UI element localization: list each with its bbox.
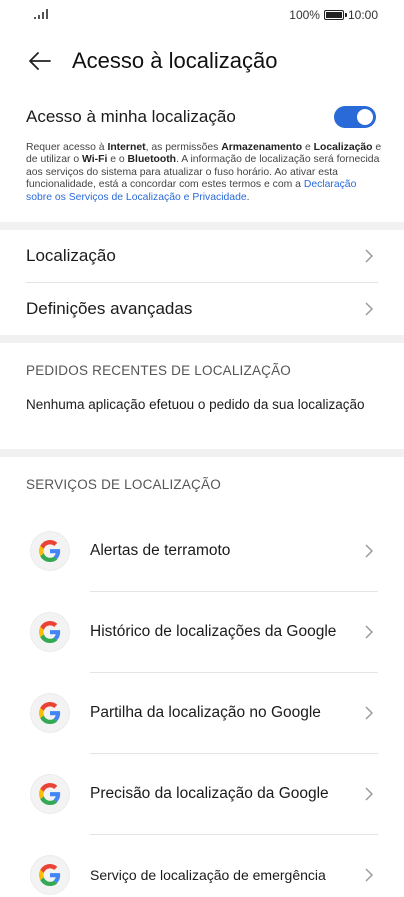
section-gap (0, 449, 404, 458)
status-right: 100% 10:00 (289, 8, 378, 22)
service-item-label: Serviço de localização de emergência (90, 867, 326, 884)
service-item-label: Partilha da localização no Google (90, 704, 321, 722)
section-gap (0, 222, 404, 231)
battery-icon (323, 10, 347, 20)
arrow-left-icon[interactable] (26, 47, 54, 75)
google-icon (30, 693, 70, 734)
desc-text: e (302, 142, 314, 153)
services-list: Alertas de terramoto Histórico de localiz… (0, 511, 404, 897)
desc-text: , as permissões (145, 142, 222, 153)
google-icon (30, 774, 70, 815)
recent-requests-heading: PEDIDOS RECENTES DE LOCALIZAÇÃO (26, 362, 292, 378)
clock: 10:00 (347, 8, 378, 22)
desc-bold: Armazenamento (221, 142, 303, 153)
desc-bold: Localização (313, 142, 373, 153)
chevron-right-icon (364, 249, 374, 263)
google-icon (30, 855, 70, 896)
google-icon (30, 612, 70, 653)
recent-requests-text: Nenhuma aplicação efetuou o pedido da su… (26, 397, 365, 413)
toggle-knob (357, 109, 373, 125)
location-services-heading: SERVIÇOS DE LOCALIZAÇÃO (26, 476, 221, 492)
service-item[interactable]: Histórico de localizações da Google (0, 592, 404, 672)
desc-text: . (246, 191, 250, 203)
location-access-label: Acesso à minha localização (26, 107, 236, 126)
location-access-toggle[interactable] (334, 106, 376, 128)
service-item-label: Histórico de localizações da Google (90, 623, 337, 641)
nav-item-advanced-settings[interactable]: Definições avançadas (0, 283, 404, 335)
service-item-label: Precisão da localização da Google (90, 785, 329, 803)
status-bar: 100% 10:00 (0, 0, 404, 30)
service-item-label: Alertas de terramoto (90, 542, 231, 560)
service-item[interactable]: Serviço de localização de emergência (0, 835, 404, 897)
chevron-right-icon (364, 625, 374, 639)
location-description: Requer acesso à Internet, as permissões … (0, 142, 404, 204)
chevron-right-icon (364, 544, 374, 558)
battery-percent: 100% (289, 8, 320, 22)
google-icon (30, 531, 70, 572)
desc-bold: Wi-Fi (82, 154, 108, 166)
chevron-right-icon (364, 868, 374, 882)
nav-item-location[interactable]: Localização (0, 230, 404, 282)
chevron-right-icon (364, 302, 374, 316)
service-item[interactable]: Partilha da localização no Google (0, 673, 404, 753)
nav-item-label: Definições avançadas (26, 299, 193, 319)
signal-icon (34, 8, 48, 22)
nav-item-label: Localização (26, 246, 116, 266)
chevron-right-icon (364, 706, 374, 720)
chevron-right-icon (364, 787, 374, 801)
desc-text: e o (107, 154, 128, 166)
service-item[interactable]: Precisão da localização da Google (0, 754, 404, 834)
desc-text: Requer acesso à (26, 142, 108, 153)
location-access-row[interactable]: Acesso à minha localização (0, 92, 404, 142)
section-gap (0, 335, 404, 344)
desc-bold: Internet (107, 142, 146, 153)
app-bar: Acesso à localização (0, 30, 404, 92)
desc-bold: Bluetooth (127, 154, 177, 166)
page-title: Acesso à localização (72, 48, 278, 73)
service-item[interactable]: Alertas de terramoto (0, 511, 404, 591)
